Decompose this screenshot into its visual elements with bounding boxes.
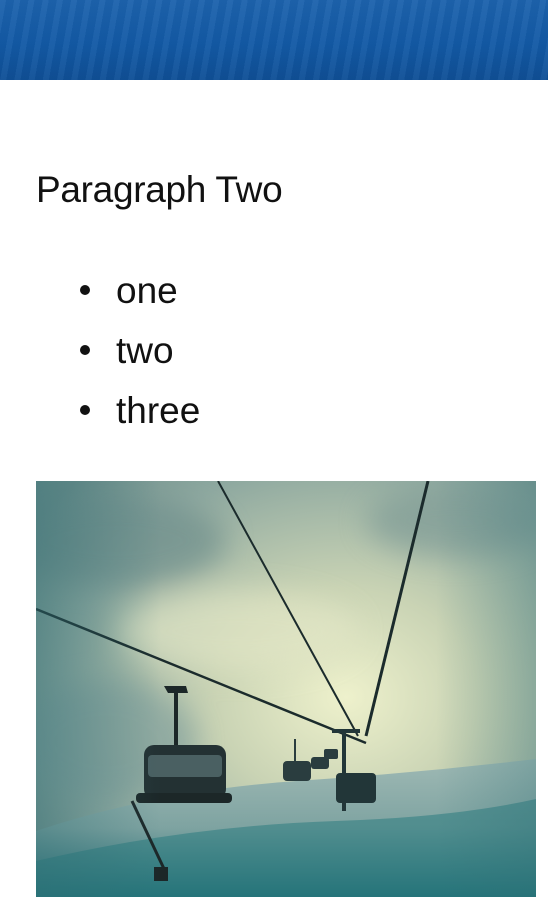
header-bar [0, 0, 548, 80]
chairlift-image [36, 481, 536, 897]
list-item: two [0, 328, 200, 388]
bullet-dot [80, 285, 90, 295]
bullet-dot [80, 405, 90, 415]
list-item-label: one [116, 270, 178, 311]
list-item-label: three [116, 390, 201, 431]
bullet-list: one two three [0, 268, 200, 448]
paragraph-two: Paragraph Two [36, 169, 283, 210]
list-item: three [0, 388, 200, 448]
bullet-dot [80, 345, 90, 355]
list-item: one [0, 268, 200, 328]
list-item-label: two [116, 330, 174, 371]
